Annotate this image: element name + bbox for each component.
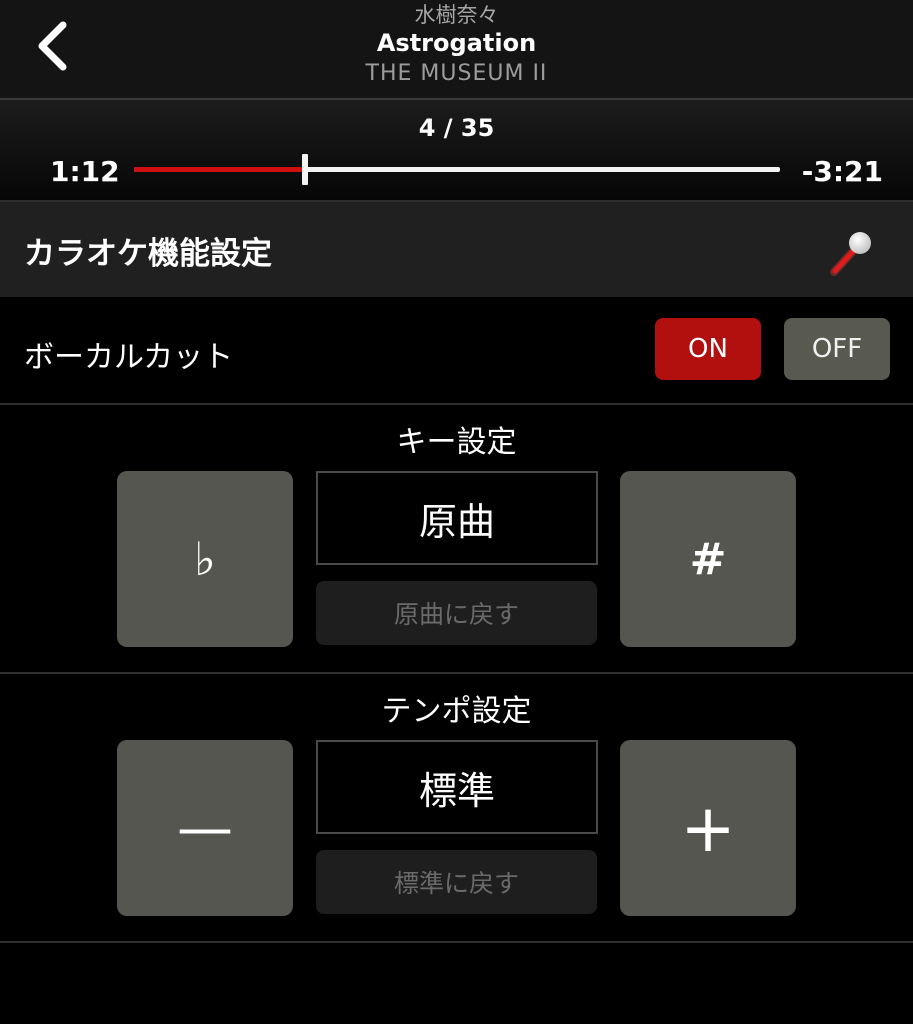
key-sharp-button[interactable]: #: [620, 471, 796, 647]
vocal-cut-on-button[interactable]: ON: [655, 318, 761, 380]
song-title: Astrogation: [376, 29, 537, 57]
key-value-display: 原曲: [316, 471, 598, 565]
tempo-setting-section: テンポ設定 — 標準 標準に戻す +: [0, 674, 913, 943]
karaoke-settings-header: カラオケ機能設定: [0, 202, 913, 297]
tempo-reset-button[interactable]: 標準に戻す: [316, 850, 597, 914]
flat-icon: ♭: [194, 532, 216, 586]
playback-progress: 4 / 35 1:12 -3:21: [0, 100, 913, 202]
elapsed-time: 1:12: [50, 155, 120, 188]
vocal-cut-label: ボーカルカット: [24, 340, 234, 375]
tempo-minus-button[interactable]: —: [117, 740, 293, 916]
microphone-icon: [830, 232, 871, 276]
seek-bar-fill: [134, 167, 306, 172]
seek-bar-handle[interactable]: [302, 154, 309, 185]
key-setting-label: キー設定: [396, 425, 517, 460]
sharp-icon: #: [689, 533, 727, 585]
now-playing-header: 水樹奈々 Astrogation THE MUSEUM II: [0, 0, 913, 100]
artist-name: 水樹奈々: [414, 3, 499, 27]
key-reset-button[interactable]: 原曲に戻す: [316, 581, 597, 645]
tempo-plus-button[interactable]: +: [620, 740, 796, 916]
key-flat-button[interactable]: ♭: [117, 471, 293, 647]
tempo-setting-label: テンポ設定: [381, 694, 532, 729]
key-setting-section: キー設定 ♭ 原曲 原曲に戻す #: [0, 405, 913, 674]
section-title: カラオケ機能設定: [24, 236, 272, 272]
vocal-cut-row: ボーカルカット ON OFF: [0, 297, 913, 405]
plus-icon: +: [680, 789, 736, 867]
vocal-cut-off-button[interactable]: OFF: [784, 318, 890, 380]
seek-bar[interactable]: [134, 154, 780, 185]
track-counter: 4 / 35: [418, 114, 495, 142]
tempo-value-display: 標準: [316, 740, 598, 834]
minus-icon: —: [177, 795, 233, 861]
album-name: THE MUSEUM II: [365, 61, 548, 86]
remaining-time: -3:21: [801, 155, 883, 188]
